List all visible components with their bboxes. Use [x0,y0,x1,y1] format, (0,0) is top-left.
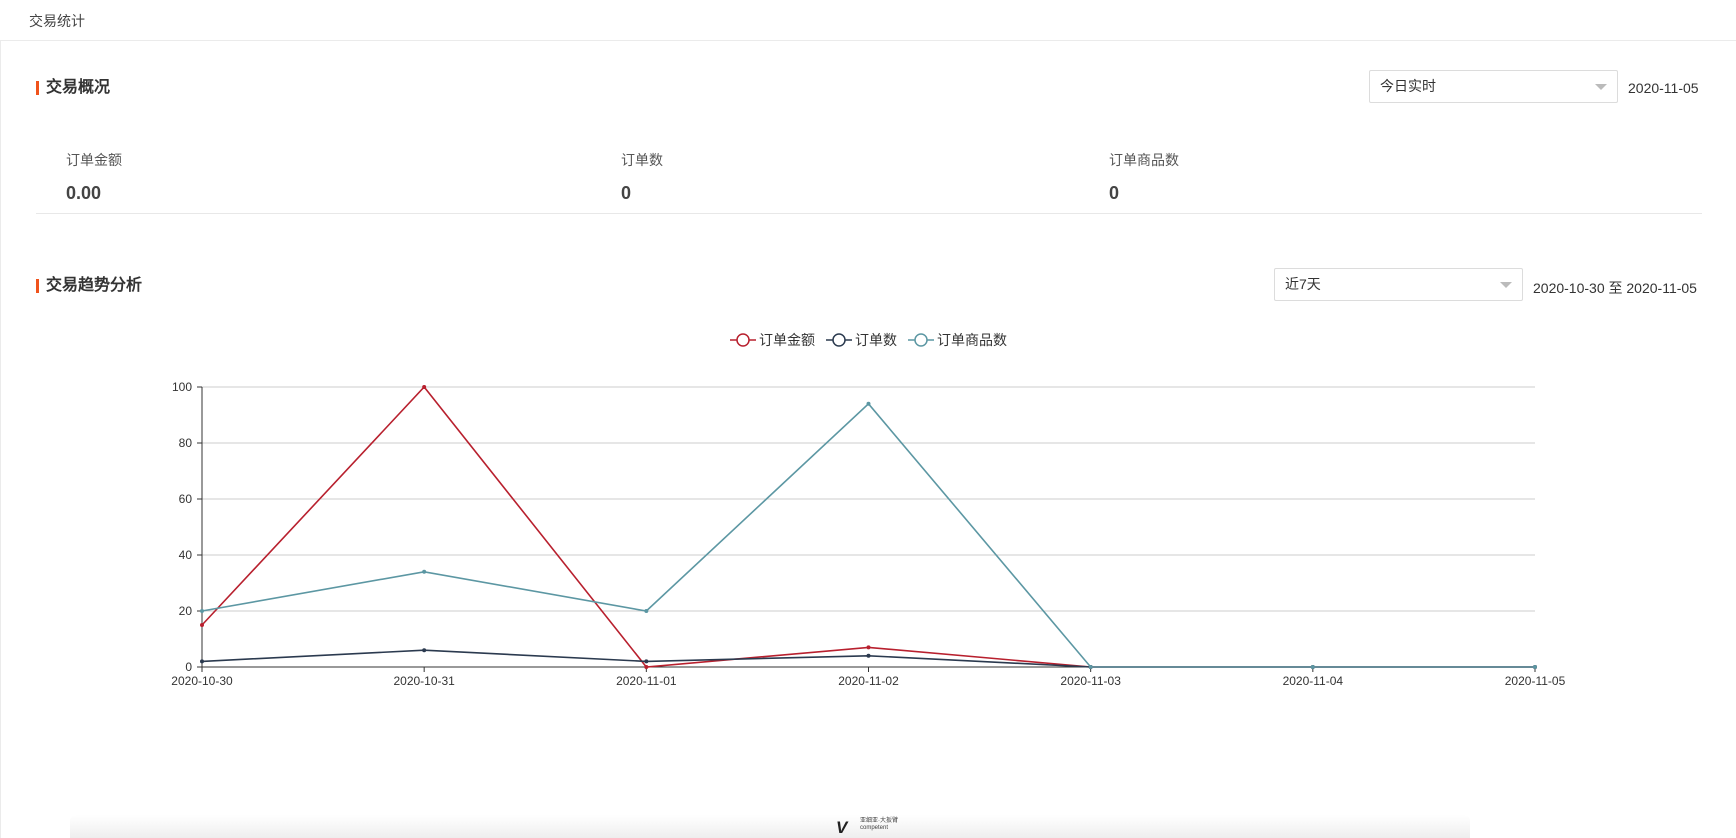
metric-label: 订单商品数 [1109,152,1179,168]
metric-value: 0 [621,183,632,203]
series-point [422,569,427,574]
series-point [1088,665,1093,669]
series-point [1310,665,1315,669]
legend-item-order-count[interactable]: 订单数 [826,330,897,350]
trend-date-range: 2020-10-30 至 2020-11-05 [1533,280,1697,296]
overview-range-value: 今日实时 [1380,78,1436,94]
x-tick-label: 2020-11-05 [1505,674,1566,688]
overview-date: 2020-11-05 [1628,80,1699,96]
chevron-down-icon [1595,84,1607,90]
series-point [866,645,871,650]
legend-label: 订单金额 [759,332,815,348]
trend-range-select[interactable]: 近7天 [1274,268,1523,301]
legend-marker-icon [826,333,852,347]
series-point [200,609,204,613]
legend-label: 订单商品数 [937,332,1007,348]
x-tick-label: 2020-11-01 [616,674,677,688]
legend-label: 订单数 [855,332,897,348]
metric-order-amount: 订单金额 0.00 [66,150,122,204]
x-tick-label: 2020-11-02 [838,674,899,688]
trend-line-chart: 0 20 40 60 80 100 2020-10-30 2020-10-31 2020-11-… [171,380,1566,688]
logo-mark: V [836,818,848,837]
series-point [644,665,649,669]
metric-value: 0.00 [66,183,102,203]
x-tick-label: 2020-10-31 [393,674,455,688]
y-tick-label: 60 [179,492,193,506]
y-tick-label: 80 [179,436,193,450]
series-point [644,659,649,664]
logo-line2: competent [860,825,889,831]
trend-range-value: 近7天 [1285,276,1321,292]
y-tick-label: 40 [179,548,193,562]
section-divider [36,213,1702,214]
series-point [866,401,871,406]
x-tick-label: 2020-11-03 [1060,674,1121,688]
chevron-down-icon [1500,282,1512,288]
overview-range-select[interactable]: 今日实时 [1369,70,1618,103]
series-point [422,385,427,389]
metric-order-count: 订单数 0 [621,150,663,204]
metric-value: 0 [1109,183,1120,203]
overview-title: 交易概况 [36,79,110,97]
series-line-2 [201,649,1535,668]
trend-title: 交易趋势分析 [36,277,142,295]
series-point [866,653,871,658]
legend-item-order-item-count[interactable]: 订单商品数 [908,330,1007,350]
legend-marker-icon [908,333,934,347]
metric-label: 订单金额 [66,152,122,168]
logo-line1: 亚细亚·大扳臂 [860,818,898,824]
metric-label: 订单数 [621,152,663,168]
breadcrumb[interactable]: 交易统计 [29,11,85,31]
logo-text: 亚细亚·大扳臂 competent [860,818,898,832]
series-point [644,609,649,613]
metric-order-item-count: 订单商品数 0 [1109,150,1179,204]
y-tick-label: 20 [179,604,193,618]
legend-item-order-amount[interactable]: 订单金额 [730,330,815,350]
x-tick-label: 2020-10-30 [171,674,233,688]
legend-marker-icon [730,333,756,347]
footer-bar [70,815,1470,838]
series-point [1533,665,1537,669]
y-tick-label: 100 [172,380,192,394]
series-line-1 [201,385,1535,668]
series-point [200,623,204,627]
top-bar: 交易统计 [0,0,1736,41]
x-tick-label: 2020-11-04 [1283,674,1344,688]
y-tick-label: 0 [185,660,192,674]
series-point [422,648,427,653]
series-point [200,659,204,664]
